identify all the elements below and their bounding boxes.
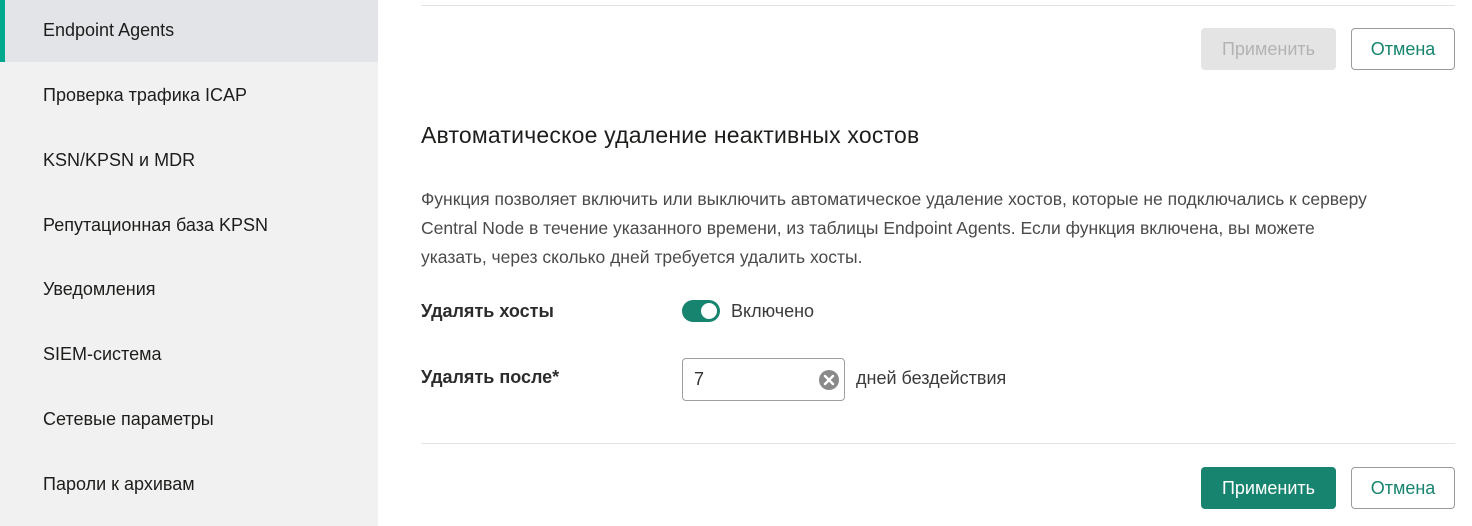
sidebar-item-label: Endpoint Agents xyxy=(43,19,175,40)
sidebar-item-label: Репутационная база KPSN xyxy=(43,214,269,235)
days-unit-label: дней бездействия xyxy=(856,368,1007,388)
sidebar-item-siem[interactable]: SIEM-система xyxy=(0,322,378,386)
sidebar-item-notifications[interactable]: Уведомления xyxy=(0,257,378,321)
description-line: Функция позволяет включить или выключить… xyxy=(421,189,1367,209)
section-description: Функция позволяет включить или выключить… xyxy=(421,185,1461,272)
divider xyxy=(421,443,1455,444)
sidebar-item-icap[interactable]: Проверка трафика ICAP xyxy=(0,63,378,127)
sidebar-item-ksn-kpsn-mdr[interactable]: KSN/KPSN и MDR xyxy=(0,128,378,192)
toggle-state-label: Включено xyxy=(731,301,815,321)
apply-button[interactable]: Применить xyxy=(1201,467,1336,509)
delete-after-input[interactable] xyxy=(683,359,813,400)
sidebar-item-archive-passwords[interactable]: Пароли к архивам xyxy=(0,452,378,516)
description-line: указать, через сколько дней требуется уд… xyxy=(421,247,863,267)
apply-button-top[interactable]: Применить xyxy=(1201,28,1336,70)
clear-icon[interactable] xyxy=(818,369,840,391)
sidebar-item-endpoint-agents[interactable]: Endpoint Agents xyxy=(0,0,378,62)
cancel-button[interactable]: Отмена xyxy=(1351,467,1455,509)
settings-main: Применить Отмена Автоматическое удаление… xyxy=(378,0,1472,526)
description-line: Central Node в течение указанного времен… xyxy=(421,218,1315,238)
sidebar-item-kpsn-reputation[interactable]: Репутационная база KPSN xyxy=(0,193,378,257)
delete-hosts-toggle[interactable] xyxy=(682,300,720,322)
sidebar-item-label: Пароли к архивам xyxy=(43,473,195,494)
sidebar-item-network[interactable]: Сетевые параметры xyxy=(0,387,378,451)
toggle-knob xyxy=(701,303,717,319)
delete-after-field xyxy=(682,358,845,401)
divider xyxy=(421,5,1455,6)
sidebar-item-label: SIEM-система xyxy=(43,343,162,364)
sidebar-item-label: Уведомления xyxy=(43,278,156,299)
settings-sidebar: Endpoint Agents Проверка трафика ICAP KS… xyxy=(0,0,378,526)
section-title: Автоматическое удаление неактивных хосто… xyxy=(421,122,920,148)
delete-after-label: Удалять после* xyxy=(421,367,560,387)
delete-hosts-label: Удалять хосты xyxy=(421,301,554,321)
cancel-button-top[interactable]: Отмена xyxy=(1351,28,1455,70)
sidebar-item-label: Сетевые параметры xyxy=(43,408,214,429)
sidebar-item-label: KSN/KPSN и MDR xyxy=(43,149,196,170)
sidebar-item-label: Проверка трафика ICAP xyxy=(43,84,248,105)
